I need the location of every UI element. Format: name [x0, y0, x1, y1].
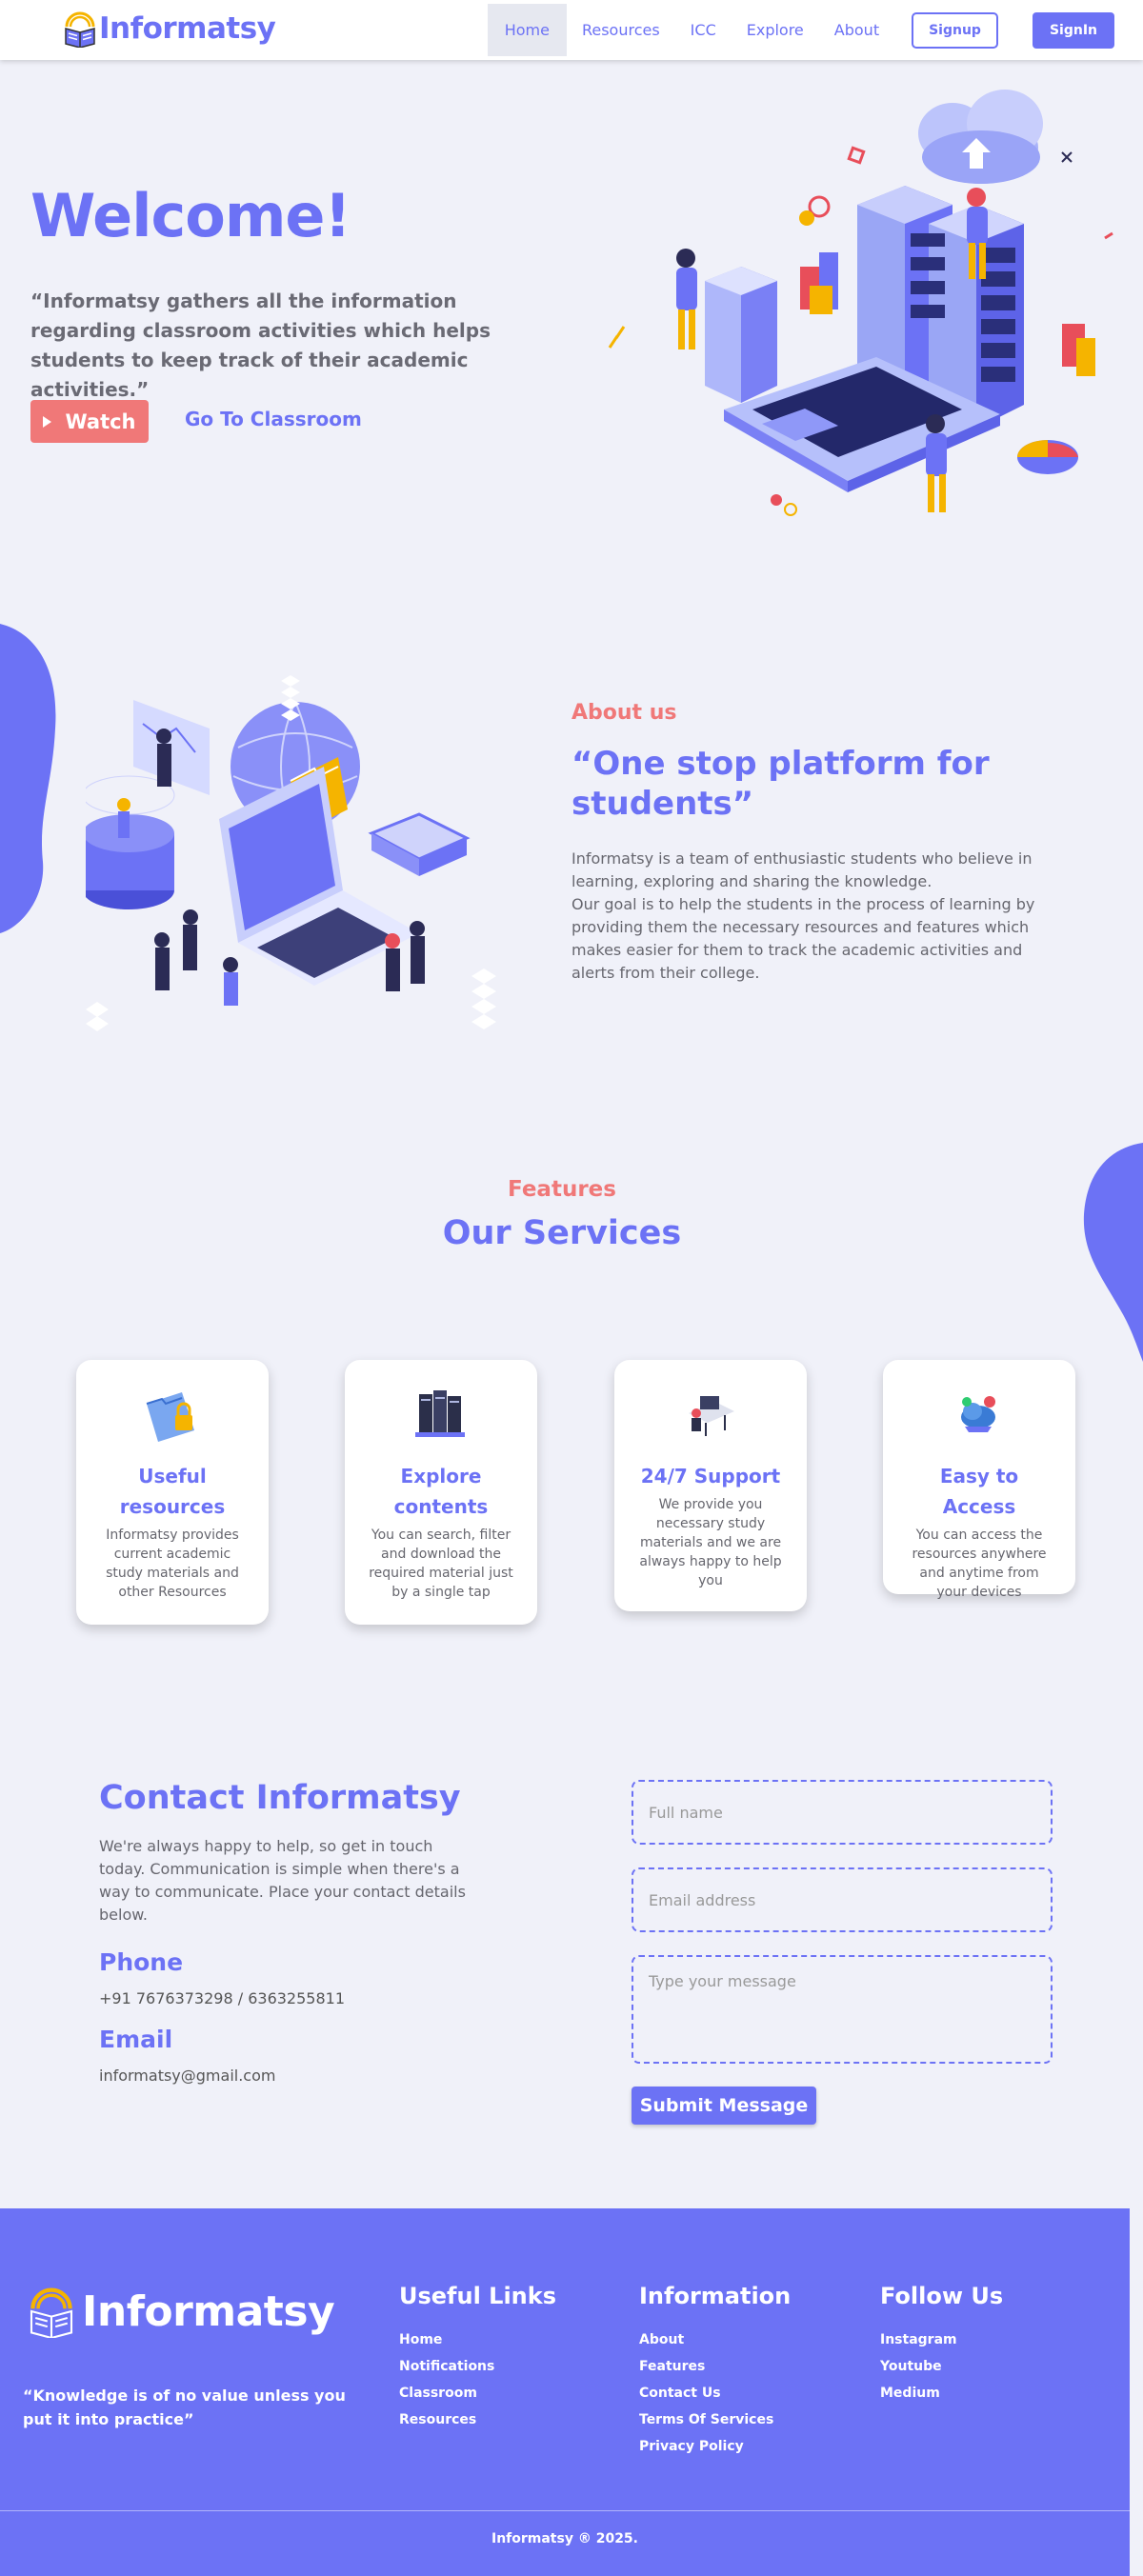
folder-lock-icon [146, 1392, 194, 1442]
books-icon [415, 1390, 465, 1437]
service-title: 24/7 Support [640, 1465, 781, 1488]
server-rack-left [705, 267, 777, 403]
service-title: Explore contents [393, 1465, 489, 1518]
nav-resources[interactable]: Resources [567, 4, 675, 56]
footer: Informatsy “Knowledge is of no value unl… [0, 2208, 1130, 2576]
footer-divider [0, 2510, 1130, 2511]
footer-brand-logo[interactable]: Informatsy [27, 2285, 335, 2338]
cloud-access-icon [961, 1396, 995, 1432]
footer-link-privacy[interactable]: Privacy Policy [639, 2433, 791, 2460]
support-desk-icon [689, 1396, 734, 1436]
service-card-support[interactable]: 24/7 Support We provide you necessary st… [614, 1360, 807, 1611]
full-name-input[interactable] [632, 1780, 1053, 1845]
footer-link-resources[interactable]: Resources [399, 2406, 556, 2433]
footer-link-features[interactable]: Features [639, 2353, 791, 2380]
footer-link-about[interactable]: About [639, 2326, 791, 2353]
watch-label: Watch [65, 409, 136, 433]
footer-link-youtube[interactable]: Youtube [880, 2353, 1003, 2380]
footer-follow-title: Follow Us [880, 2283, 1004, 2309]
service-title: Easy to Access [939, 1465, 1019, 1518]
decorative-blob-right [1083, 1143, 1143, 1362]
about-description: Informatsy is a team of enthusiastic stu… [572, 848, 1067, 985]
brand-logo[interactable]: Informatsy [63, 10, 276, 48]
about-kicker: About us [572, 701, 677, 725]
nav-home[interactable]: Home [487, 4, 567, 56]
footer-link-notifications[interactable]: Notifications [399, 2353, 556, 2380]
footer-follow-us: Follow Us Instagram Youtube Medium [880, 2283, 1003, 2406]
watch-button[interactable]: Watch [30, 400, 149, 443]
signup-button[interactable]: Signup [912, 11, 998, 49]
book-logo-icon [65, 11, 95, 48]
signin-button[interactable]: SignIn [1032, 11, 1114, 49]
email-address-input[interactable] [632, 1867, 1053, 1932]
nav-explore[interactable]: Explore [732, 4, 819, 56]
nav-about[interactable]: About [819, 4, 894, 56]
service-text: Informatsy provides current academic stu… [106, 1528, 239, 1600]
contact-text: We're always happy to help, so get in to… [99, 1837, 466, 1924]
service-card-resources[interactable]: Useful resources Informatsy provides cur… [76, 1360, 269, 1625]
footer-link-contact[interactable]: Contact Us [639, 2380, 791, 2406]
pie-chart-icon [1017, 440, 1078, 474]
footer-link-instagram[interactable]: Instagram [880, 2326, 1003, 2353]
footer-information: Information About Features Contact Us Te… [639, 2283, 791, 2460]
service-text: We provide you necessary study materials… [639, 1497, 782, 1588]
service-card-access[interactable]: Easy to Access You can access the resour… [883, 1360, 1075, 1600]
about-platform-illustration [86, 675, 496, 1031]
hero-text: “Informatsy gathers all the information … [30, 290, 491, 401]
phone-value: +91 7676373298 / 6363255811 [99, 1989, 346, 2007]
about-paragraph-1: Informatsy is a team of enthusiastic stu… [572, 849, 1033, 890]
footer-link-medium[interactable]: Medium [880, 2380, 1003, 2406]
footer-link-home[interactable]: Home [399, 2326, 556, 2353]
cloud-icon [918, 90, 1043, 184]
footer-brand-name: Informatsy [82, 2286, 335, 2336]
brand-name: Informatsy [99, 11, 276, 46]
play-icon [43, 415, 52, 428]
footer-info-title: Information [639, 2283, 792, 2309]
contact-title: Contact Informatsy [99, 1779, 461, 1817]
go-to-classroom-link[interactable]: Go To Classroom [185, 408, 362, 430]
email-label: Email [99, 2026, 173, 2053]
footer-useful-links: Useful Links Home Notifications Classroo… [399, 2283, 556, 2433]
features-kicker: Features [508, 1177, 616, 1202]
service-text: You can search, filter and download the … [369, 1528, 513, 1600]
footer-link-classroom[interactable]: Classroom [399, 2380, 556, 2406]
service-text: You can access the resources anywhere an… [912, 1528, 1047, 1600]
footer-link-terms[interactable]: Terms Of Services [639, 2406, 791, 2433]
decorative-blob-left [0, 624, 56, 933]
book-logo-icon [30, 2287, 73, 2338]
stacked-box [368, 812, 471, 876]
hero-title: Welcome! [30, 181, 351, 250]
phone-label: Phone [99, 1948, 184, 1976]
service-card-explore[interactable]: Explore contents You can search, filter … [345, 1360, 537, 1625]
services-title: Our Services [442, 1214, 682, 1252]
message-textarea[interactable] [632, 1955, 1053, 2064]
navbar: Informatsy Home Resources ICC Explore Ab… [0, 0, 1143, 60]
email-value: informatsy@gmail.com [99, 2067, 276, 2085]
about-paragraph-2: Our goal is to help the students in the … [572, 895, 1035, 982]
nav-icc[interactable]: ICC [675, 4, 732, 56]
hero-server-illustration [608, 90, 1113, 516]
footer-copyright: Informatsy ® 2025. [491, 2531, 638, 2546]
footer-useful-title: Useful Links [399, 2283, 557, 2309]
service-title: Useful resources [119, 1465, 226, 1518]
about-title: “One stop platform for students” [572, 745, 990, 823]
nav-links: Home Resources ICC Explore About Signup … [487, 4, 1114, 56]
footer-quote: “Knowledge is of no value unless you put… [23, 2386, 346, 2428]
submit-message-button[interactable]: Submit Message [632, 2087, 816, 2125]
database-stack [86, 775, 175, 909]
